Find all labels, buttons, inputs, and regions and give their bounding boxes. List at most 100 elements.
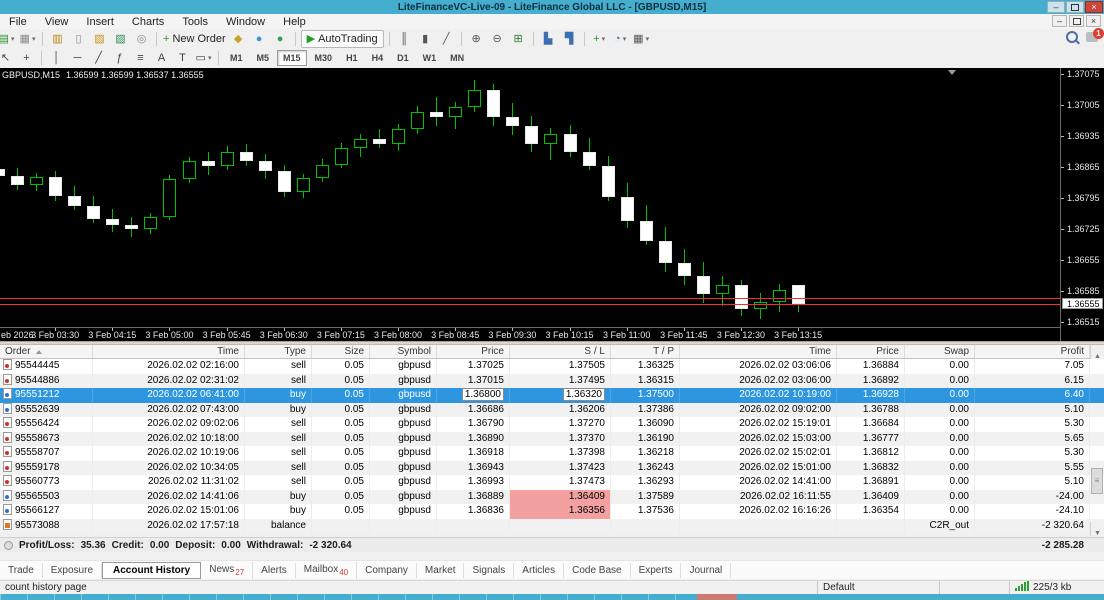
metaeditor-button[interactable]: ◆ — [229, 31, 248, 47]
vertical-line-tool-button[interactable]: │ — [47, 50, 66, 66]
menu-file[interactable]: File — [0, 16, 36, 28]
cursor-tool-button[interactable]: ↖ — [0, 50, 15, 66]
candles-mode-button[interactable]: ▮ — [416, 31, 435, 47]
tab-account-history[interactable]: Account History — [102, 562, 201, 579]
search-icon[interactable] — [1066, 31, 1078, 43]
tab-alerts[interactable]: Alerts — [253, 563, 296, 578]
time-axis[interactable]: eb 20263 Feb 03:303 Feb 04:153 Feb 05:00… — [0, 327, 1060, 342]
fibonacci-tool-button[interactable]: ƒ — [110, 50, 129, 66]
templates-button[interactable]: ▦▾ — [632, 31, 651, 47]
table-row-95573088[interactable]: 955730882026.02.02 17:57:18balanceC2R_ou… — [0, 519, 1104, 534]
table-row-95552639[interactable]: 955526392026.02.02 07:43:00buy0.05gbpusd… — [0, 403, 1104, 418]
table-row-95544445[interactable]: 955444452026.02.02 02:16:00sell0.05gbpus… — [0, 359, 1104, 374]
mdi-close-button[interactable]: × — [1086, 15, 1101, 27]
tab-trade[interactable]: Trade — [0, 563, 43, 578]
scrollbar-thumb[interactable]: ≡ — [1091, 468, 1103, 494]
arrows-tool-button[interactable]: ▭▾ — [194, 50, 213, 66]
tab-market[interactable]: Market — [417, 563, 465, 578]
timeframe-mn[interactable]: MN — [444, 50, 470, 66]
zoom-in-button[interactable]: ⊕ — [467, 31, 486, 47]
line-mode-button[interactable]: ╱ — [437, 31, 456, 47]
scrollbar-up[interactable]: ▲ — [1090, 345, 1104, 359]
menu-view[interactable]: View — [36, 16, 78, 28]
menu-insert[interactable]: Insert — [77, 16, 123, 28]
table-row-95551212[interactable]: 955512122026.02.02 06:41:00buy0.05gbpusd… — [0, 388, 1104, 403]
trendline-tool-button[interactable]: ╱ — [89, 50, 108, 66]
maximize-button[interactable] — [1066, 1, 1084, 13]
indicators-button[interactable]: +▾ — [590, 31, 609, 47]
table-row-95560773[interactable]: 955607732026.02.02 11:31:02sell0.05gbpus… — [0, 475, 1104, 490]
timeframe-h1[interactable]: H1 — [340, 50, 364, 66]
new-chart-button[interactable]: ▤▾ — [0, 31, 16, 47]
tab-company[interactable]: Company — [357, 563, 417, 578]
column-header-4-symbol[interactable]: Symbol — [370, 345, 437, 358]
column-header-6-sl[interactable]: S / L — [510, 345, 611, 358]
profiles-button[interactable]: ▦▾ — [18, 31, 37, 47]
autotrading-button[interactable]: ▶AutoTrading — [301, 30, 384, 48]
arrange-vertical-button[interactable]: ▜ — [560, 31, 579, 47]
column-header-0-order[interactable]: Order — [0, 345, 93, 358]
table-row-95544886[interactable]: 955448862026.02.02 02:31:02sell0.05gbpus… — [0, 374, 1104, 389]
notifications-icon[interactable]: 1 — [1086, 32, 1098, 42]
timeframe-w1[interactable]: W1 — [417, 50, 443, 66]
minimize-button[interactable]: – — [1047, 1, 1065, 13]
table-row-95559178[interactable]: 955591782026.02.02 10:34:05sell0.05gbpus… — [0, 461, 1104, 476]
os-taskbar[interactable] — [0, 594, 1104, 600]
menu-charts[interactable]: Charts — [123, 16, 173, 28]
strategy-tester-button[interactable]: ◎ — [132, 31, 151, 47]
timeframe-d1[interactable]: D1 — [391, 50, 415, 66]
timeframe-h4[interactable]: H4 — [366, 50, 390, 66]
table-row-95558707[interactable]: 955587072026.02.02 10:19:06sell0.05gbpus… — [0, 446, 1104, 461]
bars-mode-button[interactable]: ║ — [395, 31, 414, 47]
timeframe-m1[interactable]: M1 — [224, 50, 249, 66]
tab-signals[interactable]: Signals — [464, 563, 514, 578]
chart-shift-marker[interactable] — [948, 70, 956, 75]
column-header-2-type[interactable]: Type — [245, 345, 312, 358]
tab-articles[interactable]: Articles — [514, 563, 564, 578]
profile-selector[interactable]: Default — [818, 581, 940, 595]
crosshair-tool-button[interactable]: + — [17, 50, 36, 66]
taskbar-buttons[interactable] — [0, 594, 690, 600]
menu-help[interactable]: Help — [274, 16, 315, 28]
timeframe-m30[interactable]: M30 — [309, 50, 339, 66]
menu-tools[interactable]: Tools — [173, 16, 217, 28]
zoom-out-button[interactable]: ⊖ — [488, 31, 507, 47]
cycle-lines-tool-button[interactable]: ≡ — [131, 50, 150, 66]
tab-mailbox[interactable]: Mailbox40 — [296, 562, 357, 579]
close-button[interactable]: × — [1085, 1, 1103, 13]
table-row-95565503[interactable]: 955655032026.02.02 14:41:06buy0.05gbpusd… — [0, 490, 1104, 505]
label-tool-button[interactable]: T — [173, 50, 192, 66]
data-window-button[interactable]: ▯ — [69, 31, 88, 47]
column-header-7-tp[interactable]: T / P — [611, 345, 680, 358]
text-tool-button[interactable]: A — [152, 50, 171, 66]
tab-code-base[interactable]: Code Base — [564, 563, 630, 578]
community-button[interactable]: ● — [271, 31, 290, 47]
new-order-button[interactable]: +New Order — [162, 31, 227, 47]
table-row-95558673[interactable]: 955586732026.02.02 10:18:00sell0.05gbpus… — [0, 432, 1104, 447]
terminal-button[interactable]: ▨ — [111, 31, 130, 47]
table-row-95556424[interactable]: 955564242026.02.02 09:02:06sell0.05gbpus… — [0, 417, 1104, 432]
chart-plot[interactable]: GBPUSD,M151.36599 1.36599 1.36537 1.3655… — [0, 68, 1060, 327]
mdi-minimize-button[interactable]: – — [1052, 15, 1067, 27]
column-header-8-time[interactable]: Time — [680, 345, 837, 358]
column-header-1-time[interactable]: Time — [93, 345, 245, 358]
column-header-9-price[interactable]: Price — [837, 345, 905, 358]
column-header-10-swap[interactable]: Swap — [905, 345, 975, 358]
arrange-horizontal-button[interactable]: ▙ — [539, 31, 558, 47]
navigator-button[interactable]: ▧ — [90, 31, 109, 47]
column-header-3-size[interactable]: Size — [312, 345, 370, 358]
tab-exposure[interactable]: Exposure — [43, 563, 102, 578]
horizontal-line-tool-button[interactable]: ─ — [68, 50, 87, 66]
experts-button[interactable]: ● — [250, 31, 269, 47]
timeframe-m5[interactable]: M5 — [251, 50, 276, 66]
price-axis[interactable]: 1.370751.370051.369351.368651.367951.367… — [1060, 68, 1104, 341]
periods-button[interactable]: ◔▾ — [611, 31, 630, 47]
tab-news[interactable]: News27 — [201, 562, 253, 579]
timeframe-m15[interactable]: M15 — [277, 50, 307, 66]
market-watch-button[interactable]: ▥ — [48, 31, 67, 47]
taskbar-active-item[interactable] — [697, 594, 737, 600]
menu-window[interactable]: Window — [217, 16, 274, 28]
tab-experts[interactable]: Experts — [631, 563, 682, 578]
scrollbar-down[interactable]: ▼ — [1090, 522, 1104, 536]
table-row-95566127[interactable]: 955661272026.02.02 15:01:06buy0.05gbpusd… — [0, 504, 1104, 519]
